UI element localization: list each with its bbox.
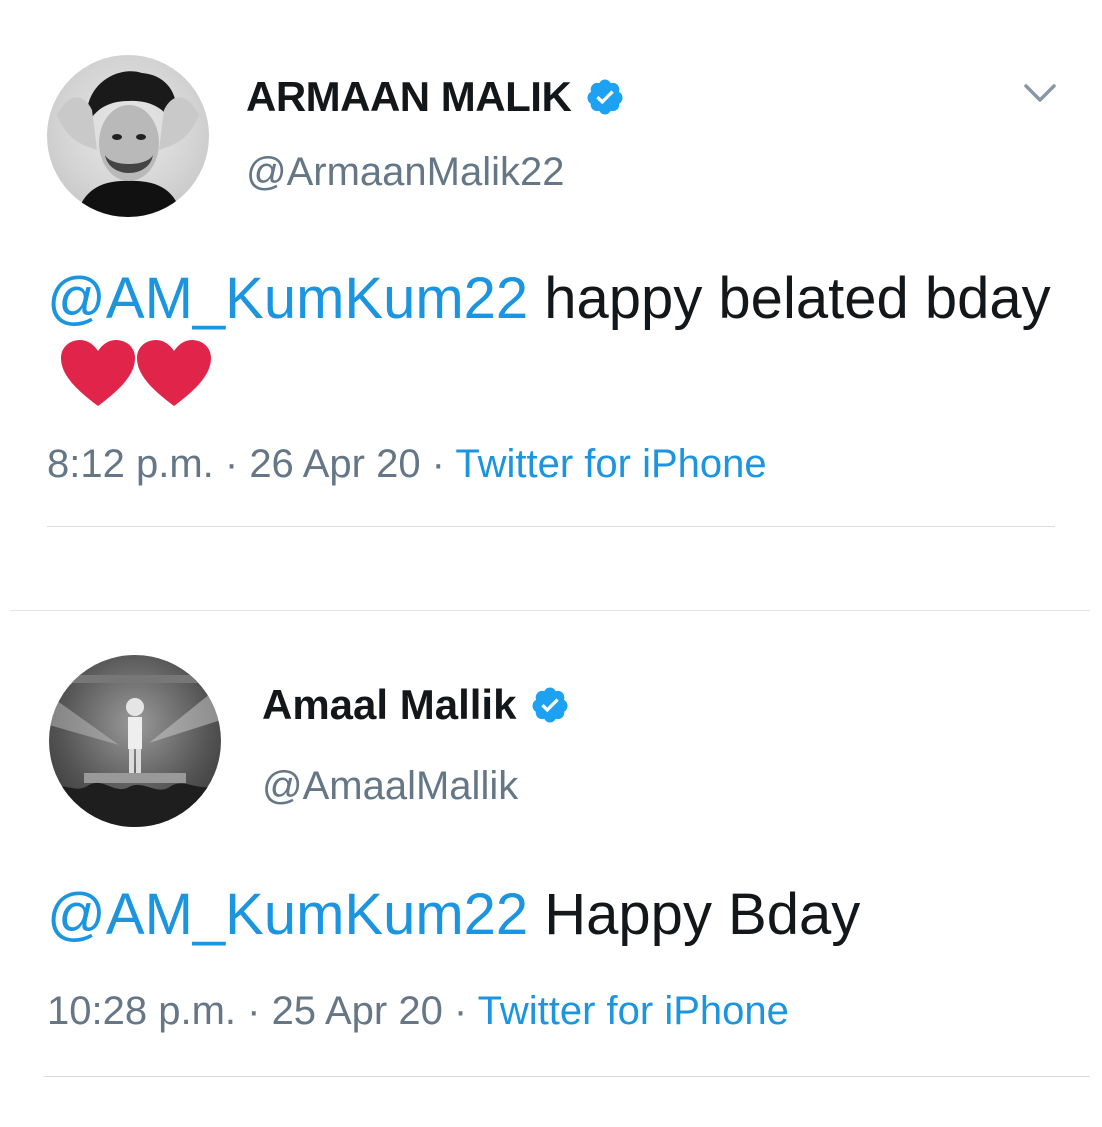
verified-badge-icon: [587, 79, 623, 115]
user-handle[interactable]: @AmaalMallik: [262, 762, 518, 810]
separator: ·: [213, 442, 250, 486]
avatar-concert-photo-icon: [49, 675, 221, 827]
tweet-date[interactable]: 25 Apr 20: [272, 989, 443, 1033]
display-name-text[interactable]: Amaal Mallik: [262, 680, 516, 730]
user-handle[interactable]: @ArmaanMalik22: [246, 148, 565, 196]
avatar-portrait-icon: [57, 71, 199, 217]
heart-emoji: [61, 340, 211, 432]
divider: [10, 610, 1090, 611]
separator: ·: [420, 442, 456, 486]
tweet-time[interactable]: 10:28 p.m.: [47, 989, 236, 1033]
tweet-body: Happy Bday: [528, 882, 861, 947]
verified-badge-icon: [532, 687, 568, 723]
divider: [47, 526, 1055, 527]
avatar[interactable]: [49, 655, 221, 827]
tweet-source-link[interactable]: Twitter for iPhone: [455, 442, 766, 486]
tweet-source-link[interactable]: Twitter for iPhone: [478, 989, 789, 1033]
tweet-text: @AM_KumKum22 Happy Bday: [47, 874, 860, 956]
display-name-text[interactable]: ARMAAN MALIK: [246, 72, 572, 122]
tweet-card[interactable]: Amaal Mallik @AmaalMallik @AM_KumKum22 H…: [0, 612, 1102, 1127]
display-name[interactable]: ARMAAN MALIK: [246, 72, 625, 122]
mention-link[interactable]: @AM_KumKum22: [47, 882, 528, 947]
divider: [44, 1076, 1090, 1077]
tweet-meta: 10:28 p.m. · 25 Apr 20 · Twitter for iPh…: [47, 987, 789, 1035]
mention-link[interactable]: @AM_KumKum22: [47, 266, 528, 331]
tweet-text: @AM_KumKum22 happy belated bday: [47, 258, 1057, 432]
heart-icon: [61, 340, 211, 406]
avatar[interactable]: [47, 55, 209, 217]
separator: ·: [236, 989, 272, 1033]
tweet-card[interactable]: ARMAAN MALIK @ArmaanMalik22 @AM_KumKum22…: [0, 0, 1102, 560]
chevron-down-icon[interactable]: [1020, 78, 1060, 108]
display-name[interactable]: Amaal Mallik: [262, 680, 570, 730]
tweet-body: happy belated bday: [528, 266, 1051, 331]
separator: ·: [442, 989, 478, 1033]
tweet-date[interactable]: 26 Apr 20: [249, 442, 420, 486]
tweet-time[interactable]: 8:12 p.m.: [47, 442, 214, 486]
tweet-meta: 8:12 p.m. · 26 Apr 20 · Twitter for iPho…: [47, 440, 767, 488]
